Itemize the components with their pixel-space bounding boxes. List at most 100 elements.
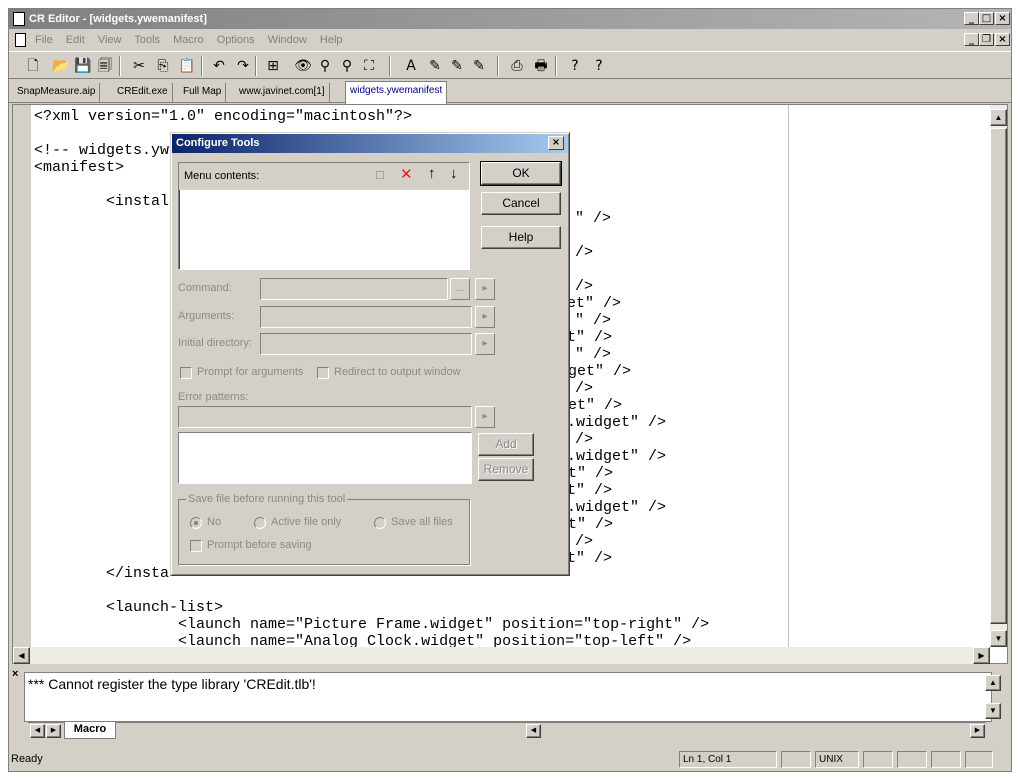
- find-icon[interactable]: 👁: [293, 56, 313, 76]
- status-cell-empty-5: [965, 751, 993, 768]
- dialog-title-bar[interactable]: Configure Tools ×: [172, 134, 568, 153]
- move-up-icon[interactable]: ↑: [428, 165, 436, 182]
- print-preview-icon[interactable]: 🖶: [531, 56, 551, 76]
- move-down-icon[interactable]: ↓: [450, 165, 458, 182]
- tab-scroll-right-button[interactable]: ▶: [46, 724, 61, 738]
- doc-minimize-button[interactable]: _: [964, 33, 979, 46]
- scroll-left-button[interactable]: ◀: [13, 647, 30, 664]
- output-scroll-down-button[interactable]: ▼: [985, 703, 1001, 719]
- document-icon: [15, 33, 26, 47]
- scroll-down-button[interactable]: ▼: [990, 630, 1007, 647]
- dialog-close-button[interactable]: ×: [548, 136, 564, 150]
- context-help-icon[interactable]: ?: [589, 56, 609, 76]
- radio-save-all-label: Save all files: [391, 516, 453, 528]
- tab-credit-exe[interactable]: CREdit.exe: [113, 83, 173, 103]
- find-prev-icon[interactable]: ⚲: [337, 56, 357, 76]
- error-pattern-field[interactable]: [178, 406, 472, 428]
- menu-view[interactable]: View: [98, 34, 122, 46]
- cut-icon[interactable]: ✂: [129, 56, 149, 76]
- browse-command-button[interactable]: ...: [450, 278, 470, 300]
- output-scroll-up-button[interactable]: ▲: [985, 675, 1001, 691]
- menu-tools[interactable]: Tools: [134, 34, 160, 46]
- editor-right-margin: [788, 105, 789, 647]
- replace-icon[interactable]: ⛶: [359, 56, 379, 76]
- code-line: <!-- widgets.yw: [34, 142, 170, 159]
- help-icon[interactable]: ?: [565, 56, 585, 76]
- menu-contents-list[interactable]: [178, 190, 470, 270]
- status-cell-empty-3: [897, 751, 927, 768]
- maximize-button[interactable]: □: [979, 12, 994, 25]
- horizontal-scrollbar[interactable]: ◀ ▶: [13, 647, 990, 664]
- new-item-icon[interactable]: □: [376, 167, 384, 182]
- redirect-output-label: Redirect to output window: [334, 366, 461, 378]
- menu-options[interactable]: Options: [217, 34, 255, 46]
- prompt-saving-checkbox[interactable]: [190, 540, 202, 552]
- output-hscroll-right-button[interactable]: ▶: [970, 724, 985, 738]
- help-button[interactable]: Help: [481, 226, 561, 249]
- new-file-icon[interactable]: 🗋: [23, 56, 43, 76]
- toolbar-separator: [255, 56, 257, 76]
- undo-icon[interactable]: ↶: [209, 56, 229, 76]
- code-line: .widget" />: [567, 448, 667, 465]
- remove-button[interactable]: Remove: [478, 458, 534, 481]
- delete-item-icon[interactable]: ✕: [400, 165, 413, 183]
- tool-b-icon[interactable]: ✎: [425, 56, 445, 76]
- toolbar-separator: [497, 56, 499, 76]
- redo-icon[interactable]: ↷: [233, 56, 253, 76]
- menu-window[interactable]: Window: [268, 34, 307, 46]
- scroll-up-button[interactable]: ▲: [990, 109, 1007, 126]
- arguments-field[interactable]: [260, 306, 472, 328]
- save-all-icon[interactable]: 🗐: [95, 56, 115, 76]
- prompt-arguments-checkbox[interactable]: [180, 367, 192, 379]
- output-hscroll-left-button[interactable]: ◀: [526, 724, 541, 738]
- save-group-box: [178, 499, 470, 565]
- doc-close-button[interactable]: ×: [995, 33, 1010, 46]
- vertical-scrollbar[interactable]: ▲ ▼: [990, 105, 1007, 647]
- menu-macro[interactable]: Macro: [173, 34, 204, 46]
- radio-no[interactable]: [190, 517, 202, 529]
- menu-help[interactable]: Help: [320, 34, 343, 46]
- redirect-output-checkbox[interactable]: [317, 367, 329, 379]
- tab-macro[interactable]: Macro: [64, 722, 116, 739]
- print-icon[interactable]: ⎙: [507, 56, 527, 76]
- cancel-button[interactable]: Cancel: [481, 192, 561, 215]
- doc-restore-button[interactable]: ❐: [979, 33, 994, 46]
- status-cell-empty-1: [781, 751, 811, 768]
- toolbar: 🗋 📂 💾 🗐 ✂ ⎘ 📋 ↶ ↷ ⊞ 👁 ⚲ ⚲ ⛶ A ✎ ✎ ✎ ⎙ 🖶??: [9, 51, 1011, 79]
- close-button[interactable]: ×: [995, 12, 1010, 25]
- tab-widgets-manifest[interactable]: widgets.ywemanifest: [345, 81, 448, 104]
- initial-directory-field[interactable]: [260, 333, 472, 355]
- tab-javinet[interactable]: www.javinet.com[1]: [235, 83, 330, 103]
- project-icon[interactable]: ⊞: [263, 56, 283, 76]
- scroll-thumb[interactable]: [990, 128, 1007, 624]
- initial-directory-menu-button[interactable]: ▸: [475, 333, 495, 355]
- tab-scroll-left-button[interactable]: ◀: [30, 724, 45, 738]
- paste-icon[interactable]: 📋: [177, 56, 197, 76]
- ok-button[interactable]: OK: [480, 161, 562, 186]
- save-icon[interactable]: 💾: [73, 56, 93, 76]
- output-close-icon[interactable]: ×: [12, 668, 18, 680]
- radio-save-all[interactable]: [374, 517, 386, 529]
- status-bar: Ready Ln 1, Col 1 UNIX: [9, 749, 1011, 770]
- tool-d-icon[interactable]: ✎: [469, 56, 489, 76]
- tool-a-icon[interactable]: A: [401, 56, 421, 76]
- arguments-menu-button[interactable]: ▸: [475, 306, 495, 328]
- radio-active-file[interactable]: [254, 517, 266, 529]
- minimize-button[interactable]: _: [964, 12, 979, 25]
- error-patterns-list[interactable]: [178, 432, 472, 484]
- menu-edit[interactable]: Edit: [66, 34, 85, 46]
- tab-snapmeasure[interactable]: SnapMeasure.aip: [13, 83, 101, 103]
- radio-no-label: No: [207, 516, 222, 528]
- command-menu-button[interactable]: ▸: [475, 278, 495, 300]
- tab-full-map[interactable]: Full Map: [179, 83, 227, 103]
- menu-file[interactable]: File: [35, 34, 53, 46]
- copy-icon[interactable]: ⎘: [153, 56, 173, 76]
- code-line: />: [575, 431, 594, 448]
- tool-c-icon[interactable]: ✎: [447, 56, 467, 76]
- error-pattern-menu-button[interactable]: ▸: [475, 406, 495, 428]
- scroll-right-button[interactable]: ▶: [973, 647, 990, 664]
- add-button[interactable]: Add: [478, 433, 534, 456]
- open-folder-icon[interactable]: 📂: [51, 56, 71, 76]
- command-field[interactable]: [260, 278, 448, 300]
- find-next-icon[interactable]: ⚲: [315, 56, 335, 76]
